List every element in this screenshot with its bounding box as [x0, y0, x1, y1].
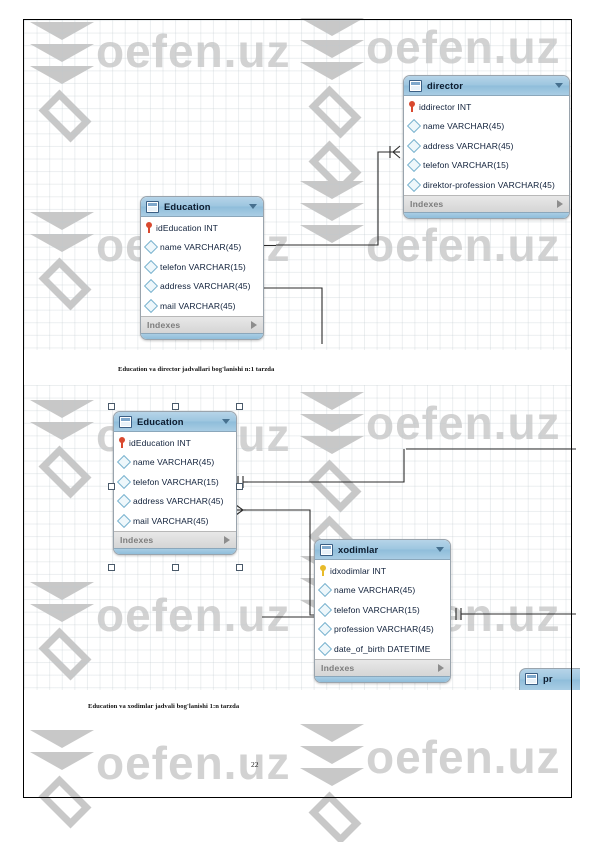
resize-handle-se[interactable]: [236, 564, 243, 571]
column-label: name VARCHAR(45): [334, 585, 416, 596]
column-diamond-icon: [317, 602, 333, 617]
table-bottom-strip: [141, 332, 263, 339]
key-icon-red: [409, 101, 415, 113]
table-title: director: [427, 80, 464, 91]
table-row[interactable]: mail VARCHAR(45): [141, 296, 263, 316]
column-diamond-icon: [143, 240, 159, 255]
table-indexes-section[interactable]: Indexes: [141, 315, 263, 333]
column-label: profession VARCHAR(45): [334, 624, 434, 635]
chevron-down-icon[interactable]: [436, 547, 444, 552]
column-diamond-icon: [317, 622, 333, 637]
table-row[interactable]: name VARCHAR(45): [315, 581, 450, 601]
table-icon: [146, 200, 159, 213]
column-label: iddirector INT: [419, 101, 472, 112]
page-right-edge-line: [570, 20, 572, 798]
expand-arrow-icon[interactable]: [438, 663, 444, 672]
table-columns: idxodimlar INT name VARCHAR(45) telefon …: [315, 560, 450, 659]
column-label: address VARCHAR(45): [423, 140, 514, 151]
column-label: mail VARCHAR(45): [160, 300, 236, 311]
indexes-label: Indexes: [321, 662, 355, 673]
resize-handle-n[interactable]: [172, 403, 179, 410]
key-icon-red: [146, 222, 152, 234]
resize-handle-s[interactable]: [172, 564, 179, 571]
column-diamond-icon: [406, 158, 422, 173]
expand-arrow-icon[interactable]: [557, 199, 563, 208]
resize-handle-ne[interactable]: [236, 403, 243, 410]
relation-connector-xodimlar-right[interactable]: [450, 600, 580, 630]
column-label: idEducation INT: [156, 222, 218, 233]
page-number: 22: [251, 760, 259, 769]
column-label: name VARCHAR(45): [160, 242, 242, 253]
column-diamond-icon: [406, 177, 422, 192]
column-diamond-icon: [143, 298, 159, 313]
column-label: date_of_birth DATETIME: [334, 643, 431, 654]
resize-handle-nw[interactable]: [108, 403, 115, 410]
table-bottom-strip: [404, 211, 569, 218]
table-icon: [320, 543, 333, 556]
eer-table-education-1[interactable]: Education idEducation INT name VARCHAR(4…: [140, 196, 264, 340]
table-row[interactable]: profession VARCHAR(45): [315, 620, 450, 640]
column-label: name VARCHAR(45): [423, 121, 505, 132]
selection-handles[interactable]: [108, 403, 243, 571]
table-row[interactable]: telefon VARCHAR(15): [141, 257, 263, 277]
table-header[interactable]: director: [404, 76, 569, 96]
table-header[interactable]: xodimlar: [315, 540, 450, 560]
table-columns: idEducation INT name VARCHAR(45) telefon…: [141, 217, 263, 316]
chevron-down-icon[interactable]: [555, 83, 563, 88]
eer-table-director[interactable]: director iddirector INT name VARCHAR(45)…: [403, 75, 570, 219]
table-columns: iddirector INT name VARCHAR(45) address …: [404, 96, 569, 195]
indexes-label: Indexes: [147, 319, 181, 330]
eer-table-xodimlar[interactable]: xodimlar idxodimlar INT name VARCHAR(45)…: [314, 539, 451, 683]
resize-handle-w[interactable]: [108, 483, 115, 490]
chevron-down-icon[interactable]: [249, 204, 257, 209]
table-header[interactable]: Education: [141, 197, 263, 217]
relation-connector-top-right-1[interactable]: [398, 423, 578, 453]
column-diamond-icon: [143, 259, 159, 274]
table-bottom-strip: [315, 675, 450, 682]
key-icon-gold: [320, 565, 326, 577]
relation-connector-education-director[interactable]: [248, 140, 408, 270]
resize-handle-e[interactable]: [236, 483, 243, 490]
table-row[interactable]: idEducation INT: [141, 218, 263, 238]
table-row[interactable]: iddirector INT: [404, 97, 569, 117]
table-indexes-section[interactable]: Indexes: [315, 658, 450, 676]
column-diamond-icon: [406, 119, 422, 134]
column-diamond-icon: [317, 641, 333, 656]
table-title: Education: [164, 201, 211, 212]
table-row[interactable]: address VARCHAR(45): [141, 277, 263, 297]
table-row[interactable]: idxodimlar INT: [315, 561, 450, 581]
column-label: address VARCHAR(45): [160, 281, 251, 292]
table-row[interactable]: telefon VARCHAR(15): [315, 600, 450, 620]
column-label: direktor-profession VARCHAR(45): [423, 179, 555, 190]
column-diamond-icon: [317, 583, 333, 598]
indexes-label: Indexes: [410, 198, 444, 209]
figure-caption-1: Education va director jadvallari bog'lan…: [118, 366, 275, 373]
table-row[interactable]: direktor-profession VARCHAR(45): [404, 175, 569, 195]
table-icon: [525, 672, 538, 685]
table-row[interactable]: date_of_birth DATETIME: [315, 639, 450, 659]
resize-handle-sw[interactable]: [108, 564, 115, 571]
column-diamond-icon: [406, 138, 422, 153]
table-row[interactable]: telefon VARCHAR(15): [404, 156, 569, 176]
column-label: telefon VARCHAR(15): [423, 160, 509, 171]
table-icon: [409, 79, 422, 92]
column-label: telefon VARCHAR(15): [334, 604, 420, 615]
figure-caption-2: Education va xodimlar jadvali bog'lanish…: [88, 703, 240, 710]
column-diamond-icon: [143, 279, 159, 294]
table-row[interactable]: name VARCHAR(45): [141, 238, 263, 258]
table-title: xodimlar: [338, 544, 379, 555]
column-label: idxodimlar INT: [330, 565, 387, 576]
table-row[interactable]: address VARCHAR(45): [404, 136, 569, 156]
expand-arrow-icon[interactable]: [251, 320, 257, 329]
column-label: telefon VARCHAR(15): [160, 261, 246, 272]
table-indexes-section[interactable]: Indexes: [404, 194, 569, 212]
table-row[interactable]: name VARCHAR(45): [404, 117, 569, 137]
relation-connector-education-right[interactable]: [232, 448, 577, 488]
